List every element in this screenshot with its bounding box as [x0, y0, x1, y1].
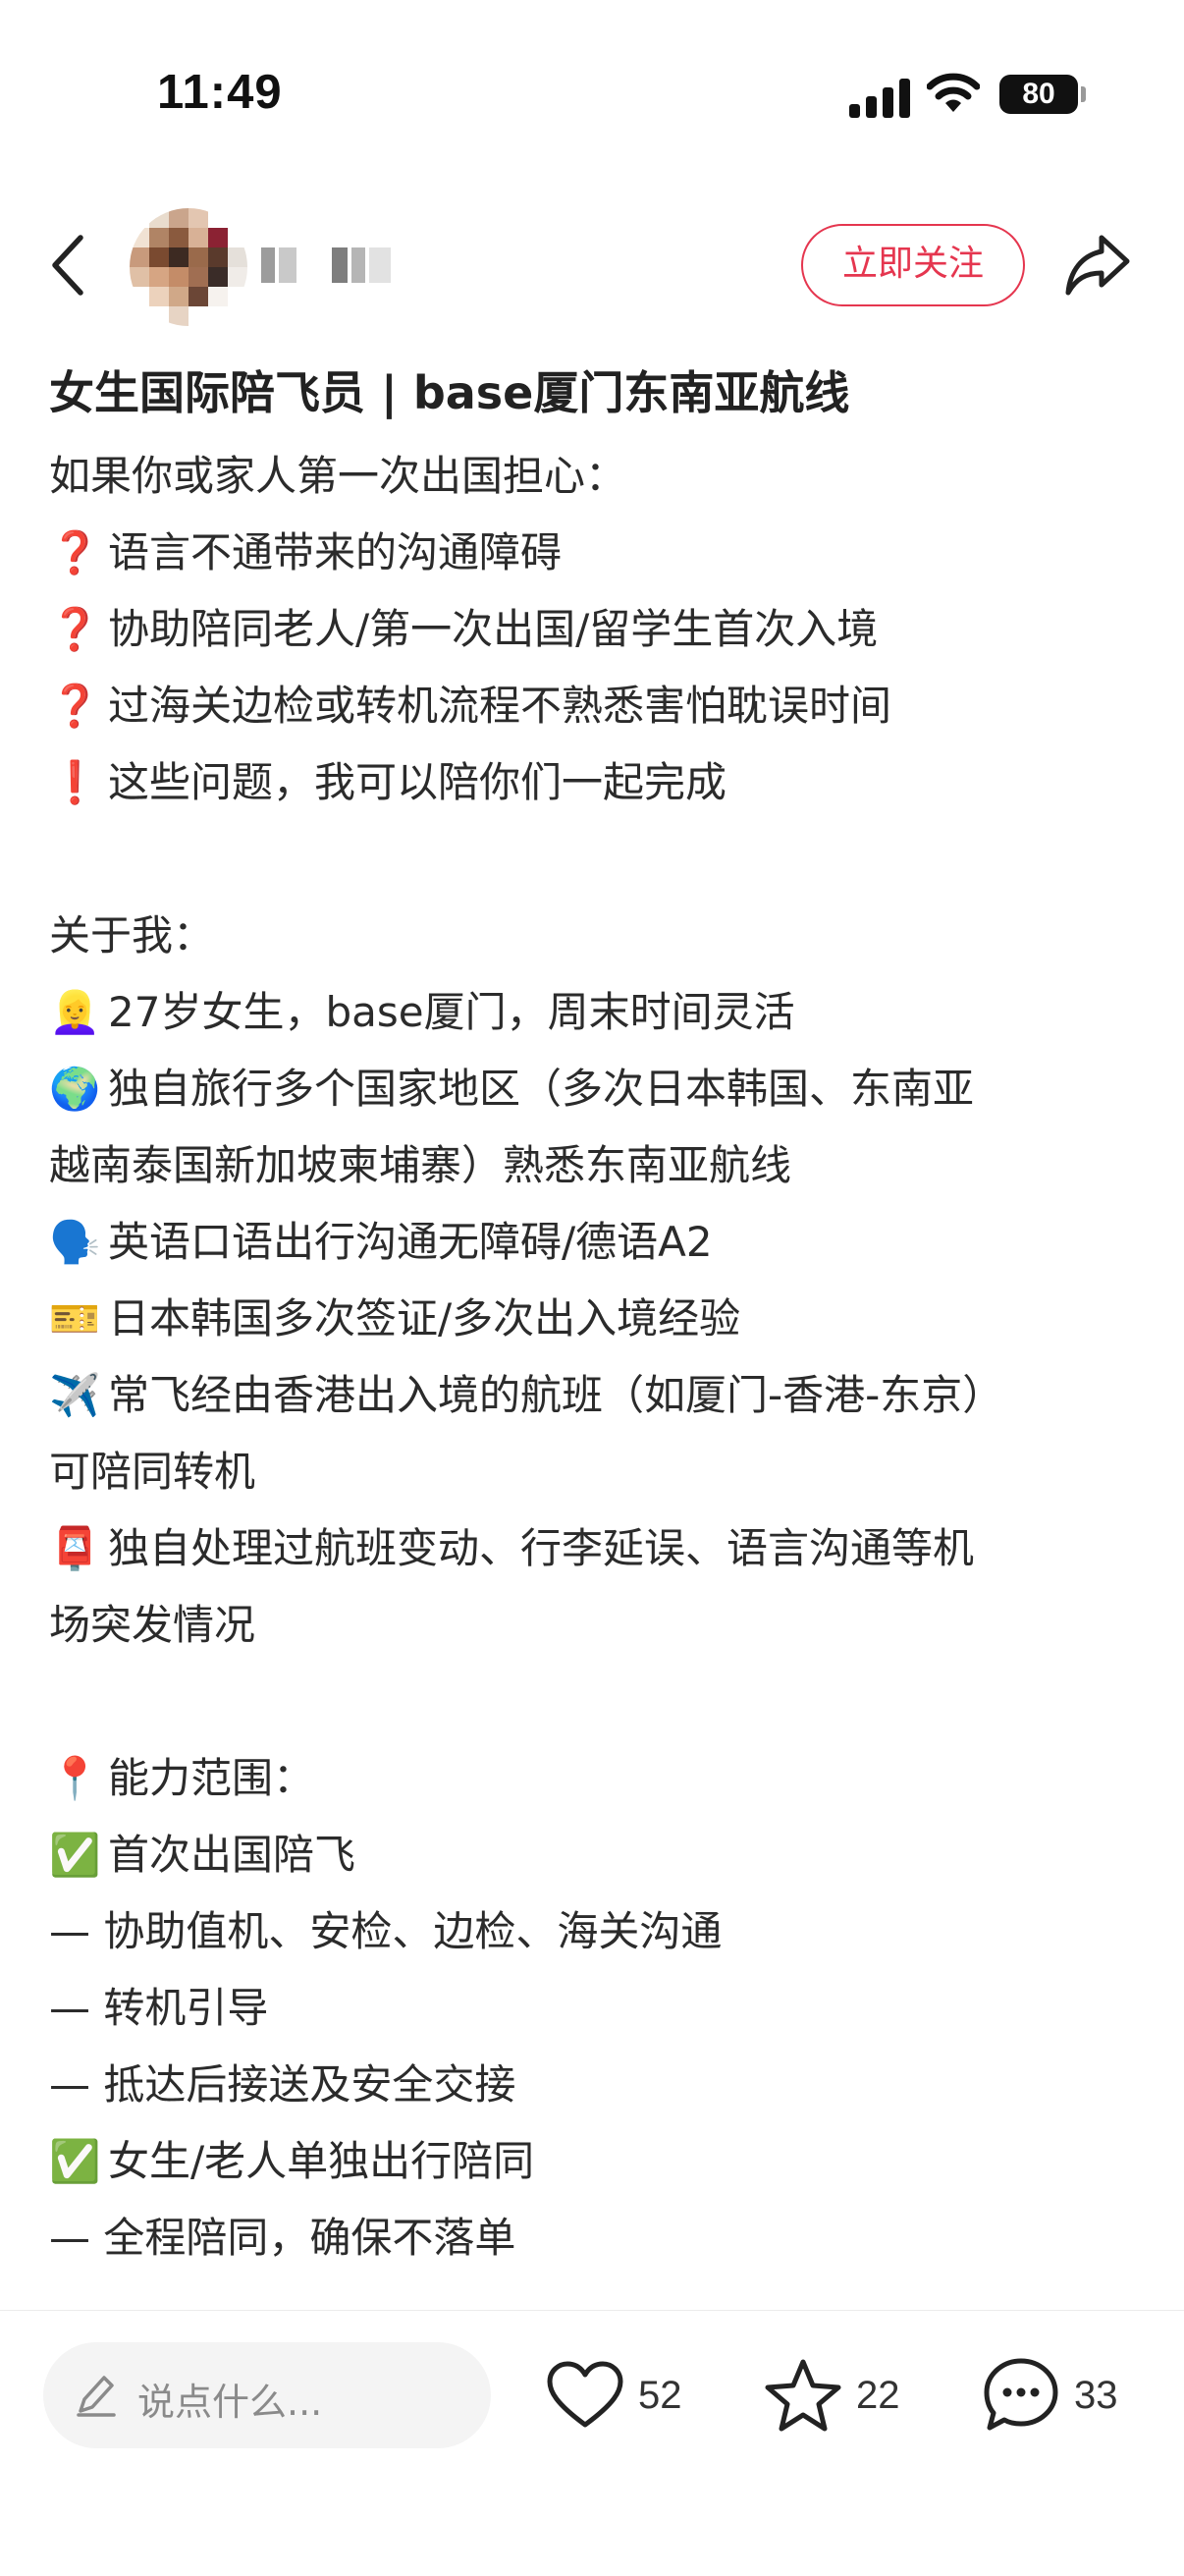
post-line: ❓ 语言不通带来的沟通障碍 — [49, 515, 1139, 591]
post-header: 立即关注 — [0, 196, 1184, 334]
edit-icon — [77, 2376, 116, 2417]
post-line: 🗣️ 英语口语出行沟通无障碍/德语A2 — [49, 1204, 1139, 1281]
post-line: 📮 独自处理过航班变动、行李延误、语言沟通等机 — [49, 1510, 1139, 1587]
post-line: ✅ 首次出国陪飞 — [49, 1817, 1139, 1893]
emoji-icon: ❓ — [49, 682, 101, 730]
post-line: 场突发情况 — [49, 1587, 1139, 1664]
emoji-icon: ❗ — [49, 758, 101, 806]
status-time: 11:49 — [157, 66, 283, 119]
post-line: 关于我： — [49, 898, 1139, 974]
post-line: — 抵达后接送及安全交接 — [49, 2047, 1139, 2123]
post-body: 如果你或家人第一次出国担心： ❓ 语言不通带来的沟通障碍 ❓ 协助陪同老人/第一次出国/… — [49, 438, 1139, 2276]
post-line: — 转机引导 — [49, 1970, 1139, 2047]
post-title: 女生国际陪飞员 | base厦门东南亚航线 — [49, 366, 850, 419]
post-line-text: 27岁女生，base厦门，周末时间灵活 — [108, 988, 795, 1036]
post-line-text: 独自处理过航班变动、行李延误、语言沟通等机 — [108, 1524, 975, 1572]
post-line-text: 这些问题，我可以陪你们一起完成 — [108, 758, 727, 806]
back-arrow-icon[interactable] — [49, 234, 88, 297]
post-line: ✅ 女生/老人单独出行陪同 — [49, 2123, 1139, 2200]
post-line: — 协助值机、安检、边检、海关沟通 — [49, 1893, 1139, 1970]
post-line-text: 关于我： — [49, 911, 215, 959]
comment-count: 33 — [1074, 2373, 1118, 2417]
emoji-icon: ❓ — [49, 605, 101, 653]
post-line: 如果你或家人第一次出国担心： — [49, 438, 1139, 515]
emoji-icon: 👱‍♀️ — [49, 988, 101, 1036]
post-line: 📍 能力范围： — [49, 1740, 1139, 1817]
post-line-text: 过海关边检或转机流程不熟悉害怕耽误时间 — [108, 682, 892, 730]
post-line: ✈️ 常飞经由香港出入境的航班（如厦门-香港-东京） — [49, 1357, 1139, 1434]
post-line-text: 能力范围： — [108, 1754, 315, 1802]
post-line: 越南泰国新加坡柬埔寨）熟悉东南亚航线 — [49, 1127, 1139, 1204]
post-line: ❓ 过海关边检或转机流程不熟悉害怕耽误时间 — [49, 668, 1139, 744]
emoji-icon: ✈️ — [49, 1371, 101, 1419]
like-button[interactable]: 52 — [546, 2352, 682, 2439]
post-line-text: 协助陪同老人/第一次出国/留学生首次入境 — [108, 605, 879, 653]
post-line-text: 首次出国陪飞 — [108, 1831, 356, 1879]
author-avatar[interactable] — [130, 208, 247, 326]
favorite-count: 22 — [856, 2373, 900, 2417]
emoji-icon: ❓ — [49, 528, 101, 576]
comments-button[interactable]: 33 — [982, 2352, 1118, 2439]
post-line: ❓ 协助陪同老人/第一次出国/留学生首次入境 — [49, 591, 1139, 668]
emoji-icon: 📍 — [49, 1754, 101, 1802]
emoji-icon: 🗣️ — [49, 1218, 101, 1266]
post-line: 👱‍♀️ 27岁女生，base厦门，周末时间灵活 — [49, 974, 1139, 1051]
post-line-text: — 全程陪同，确保不落单 — [49, 2214, 516, 2262]
battery-icon: 80 — [999, 75, 1078, 114]
emoji-icon: ✅ — [49, 2137, 101, 2185]
post-line-text: — 抵达后接送及安全交接 — [49, 2060, 516, 2109]
comment-placeholder: 说点什么... — [137, 2381, 323, 2424]
author-name[interactable] — [261, 247, 399, 283]
heart-icon — [547, 2361, 623, 2428]
post-line-text: 女生/老人单独出行陪同 — [108, 2137, 535, 2185]
content-fade — [0, 2259, 1184, 2310]
post-line-text: 如果你或家人第一次出国担心： — [49, 452, 627, 500]
post-line: 可陪同转机 — [49, 1434, 1139, 1510]
battery-nub — [1081, 86, 1086, 102]
post-content: 女生国际陪飞员 | base厦门东南亚航线 如果你或家人第一次出国担心： ❓ 语言不… — [49, 354, 1139, 2276]
like-count: 52 — [638, 2373, 682, 2417]
emoji-icon: ✅ — [49, 1831, 101, 1879]
favorite-button[interactable]: 22 — [764, 2352, 900, 2439]
post-line: 🌍 独自旅行多个国家地区（多次日本韩国、东南亚 — [49, 1051, 1139, 1127]
post-line-text: 越南泰国新加坡柬埔寨）熟悉东南亚航线 — [49, 1141, 792, 1189]
post-line-text: 独自旅行多个国家地区（多次日本韩国、东南亚 — [108, 1065, 975, 1113]
emoji-icon: 📮 — [49, 1524, 101, 1572]
comment-input[interactable]: 说点什么... — [43, 2342, 491, 2448]
share-icon[interactable] — [1062, 230, 1133, 299]
emoji-icon: 🌍 — [49, 1065, 101, 1113]
post-line-text: 英语口语出行沟通无障碍/德语A2 — [108, 1218, 713, 1266]
follow-button[interactable]: 立即关注 — [801, 224, 1025, 306]
post-line-text: 场突发情况 — [49, 1601, 256, 1649]
post-line-text: 常飞经由香港出入境的航班（如厦门-香港-东京） — [108, 1371, 1004, 1419]
post-line-text: — 协助值机、安检、边检、海关沟通 — [49, 1907, 723, 1955]
post-line: 🎫 日本韩国多次签证/多次出入境经验 — [49, 1281, 1139, 1357]
post-line: ❗ 这些问题，我可以陪你们一起完成 — [49, 744, 1139, 821]
emoji-icon: 🎫 — [49, 1294, 101, 1343]
post-line-text: — 转机引导 — [49, 1984, 269, 2032]
status-bar: 11:49 80 — [0, 0, 1184, 187]
post-line-text: 可陪同转机 — [49, 1448, 256, 1496]
post-line-text: 语言不通带来的沟通障碍 — [108, 528, 563, 576]
cellular-signal-icon — [849, 77, 910, 118]
wifi-icon — [927, 73, 980, 112]
comment-icon — [984, 2358, 1058, 2431]
bottom-action-bar: 说点什么... 52 22 33 — [0, 2310, 1184, 2576]
star-icon — [765, 2359, 841, 2432]
post-line-text: 日本韩国多次签证/多次出入境经验 — [108, 1294, 741, 1343]
